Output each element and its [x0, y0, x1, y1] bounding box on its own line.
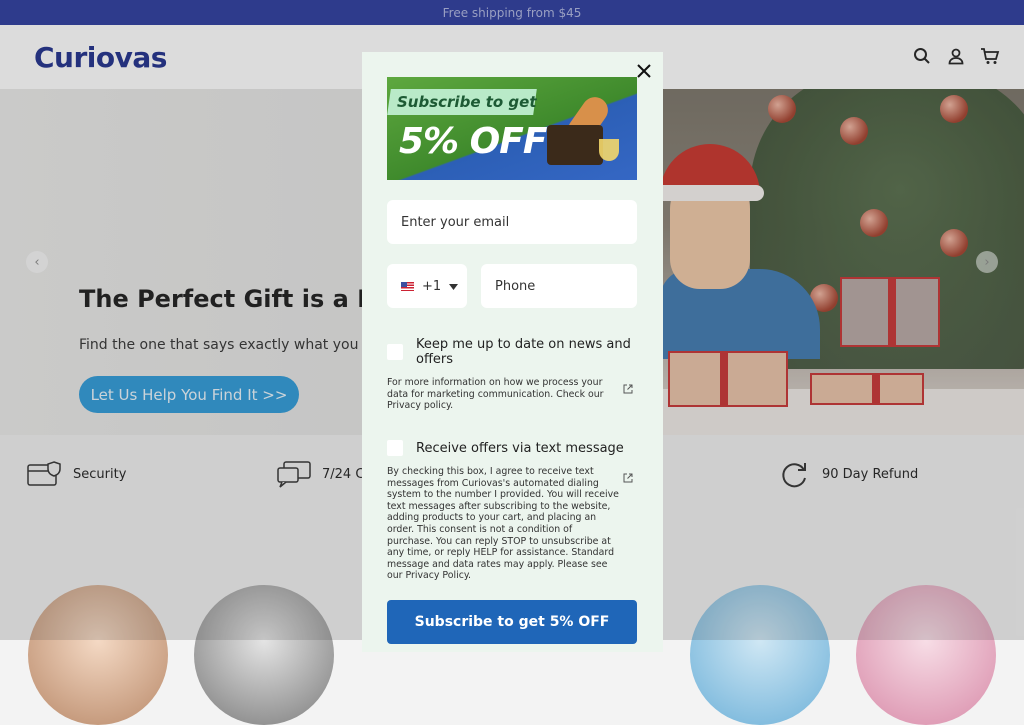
promo-discount: 5% OFF	[399, 121, 547, 162]
country-code-select[interactable]: +1	[387, 264, 467, 308]
sms-checkbox-label: Receive offers via text message	[416, 441, 624, 456]
caret-down-icon	[449, 279, 459, 294]
juice-glass	[599, 139, 619, 161]
news-checkbox[interactable]	[387, 344, 403, 360]
subscribe-button[interactable]: Subscribe to get 5% OFF	[387, 600, 637, 644]
email-field[interactable]: Enter your email	[387, 200, 637, 244]
country-code: +1	[422, 278, 442, 294]
email-placeholder: Enter your email	[401, 214, 510, 230]
privacy-note: For more information on how we process y…	[387, 377, 604, 412]
news-checkbox-label: Keep me up to date on news and offers	[416, 337, 631, 367]
phone-field[interactable]: Phone	[481, 264, 637, 308]
external-link-icon[interactable]	[623, 468, 633, 483]
promo-banner-image: Subscribe to get 5% OFF	[387, 77, 637, 180]
close-icon[interactable]	[634, 61, 654, 81]
sms-terms: By checking this box, I agree to receive…	[387, 466, 619, 582]
us-flag-icon	[401, 281, 414, 291]
sms-checkbox[interactable]	[387, 440, 403, 456]
phone-placeholder: Phone	[495, 278, 536, 294]
external-link-icon[interactable]	[623, 379, 633, 394]
picnic-basket	[547, 125, 603, 165]
promo-headline: Subscribe to get	[397, 93, 537, 111]
